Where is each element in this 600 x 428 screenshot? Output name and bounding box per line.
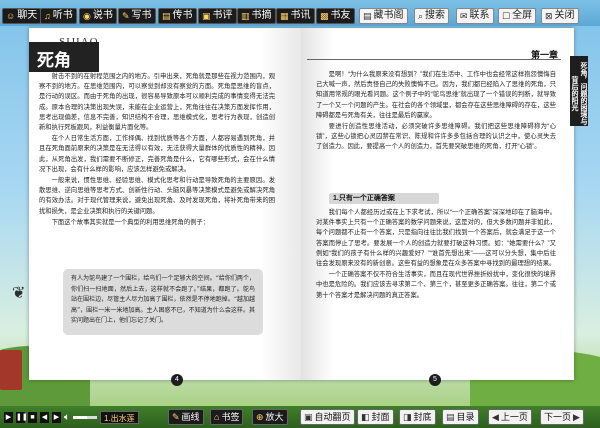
chapter-title: 第一章	[530, 51, 558, 61]
tell-book-button[interactable]: ◉ 说书	[79, 8, 117, 24]
book-review-button[interactable]: ▣ 书评	[198, 8, 237, 24]
cover-icon: ◧	[361, 412, 370, 422]
speaker-icon[interactable]: 🔈︎	[64, 412, 70, 423]
auto-flip-button[interactable]: ▣ 自动翻页	[300, 409, 355, 425]
right-page[interactable]: 第一章 死角，问题的困境与背后的阳光 是啊！“为什么我原来没有想到？”我们在生活…	[301, 28, 588, 386]
bookmark-icon: ⌂	[214, 412, 220, 422]
chat-button[interactable]: ☺ 聊天	[2, 8, 42, 24]
fullscreen-button[interactable]: ☐ 全屏	[498, 8, 537, 24]
book-friends-button[interactable]: ▩ 书友	[316, 8, 355, 24]
chat-icon: ☺	[6, 11, 16, 21]
page-number-left: 4	[171, 374, 183, 386]
listen-book-button[interactable]: ♫ 听书	[40, 8, 77, 24]
comment-icon: ▣	[202, 11, 211, 21]
library-icon: ▤	[363, 11, 372, 21]
top-toolbar: ☺ 聊天 ♫ 听书 ◉ 说书 ✎ 写书 ▤ 传书 ▣ 书评 ▥ 书摘 ▦ 书讯 ▩ 书友 ▤ 藏书阁…	[0, 0, 600, 26]
music-player: ▶ ❚❚ ■ ◀ ▶ 🔈︎ 1.出水莲	[4, 410, 139, 425]
paragraph: 在个人日常生活方面，工作择偶、找到优质等各个方面，人都容易遇到死角，并且在死角面…	[39, 135, 275, 173]
next-page-button[interactable]: 下一页 ▶	[540, 409, 584, 425]
friends-icon: ▩	[320, 11, 329, 21]
zoom-icon: ⊕	[256, 412, 264, 422]
chapter-side-tab[interactable]: 死角，问题的困境与背后的阳光	[570, 56, 588, 126]
bottom-toolbar: ▶ ❚❚ ■ ◀ ▶ 🔈︎ 1.出水莲 ✎ 画线 ⌂ 书签 ⊕ 放大 ▣ 自动翻页 ◧ 封…	[0, 406, 600, 428]
next-track-icon[interactable]: ▶	[52, 412, 61, 423]
paragraph: 一个正确答案不仅不符合生活事实，而且在现代世界挫折纷扰中，变化很快的境界中也是危…	[316, 271, 556, 299]
paragraph: 是啊！“为什么我原来没有想到？”我们在生活中、工作中也会经常这样抱怨懊悔自己大喊…	[316, 71, 556, 119]
book: SIJIAO 死角 射击不到的在射程范围之内的地方。引申出来，死角就是那些在视力…	[29, 28, 588, 386]
page-header-rule	[307, 46, 561, 60]
book-news-button[interactable]: ▦ 书讯	[276, 8, 315, 24]
draw-line-button[interactable]: ✎ 画线	[168, 409, 204, 425]
speech-icon: ◉	[83, 11, 91, 21]
write-book-button[interactable]: ✎ 写书	[118, 8, 156, 24]
paragraph: 一般来说，惯性思维、经验思维、模式化思考和行动是导致死角的主要原因。发散思维、逆…	[39, 177, 275, 215]
volume-fill	[73, 416, 88, 419]
close-icon: ⊠	[545, 11, 553, 21]
upload-icon: ▤	[162, 11, 171, 21]
prev-track-icon[interactable]: ◀	[40, 412, 49, 423]
fullscreen-icon: ☐	[502, 11, 511, 21]
paragraph: 我们每个人都经历过或在上下求考试，所以“一个正确答案”深深地印在了脑海中。对某件…	[316, 209, 556, 268]
right-page-text: 是啊！“为什么我原来没有想到？”我们在生活中、工作中也会经常这样抱怨懊悔自己大喊…	[316, 70, 556, 154]
upload-book-button[interactable]: ▤ 传书	[158, 8, 197, 24]
chapter-logo: 死角	[29, 42, 99, 72]
paragraph: 射击不到的在射程范围之内的地方。引申出来，死角就是那些在视力范围内，观察不到的地…	[39, 73, 275, 132]
mail-icon: ✉	[460, 11, 468, 21]
left-page[interactable]: SIJIAO 死角 射击不到的在射程范围之内的地方。引申出来，死角就是那些在视力…	[29, 28, 301, 386]
paragraph: 要进行创造性思维活动，必须突破许多思维障碍。我们把这些思维障碍称为“心锁”，这些…	[316, 123, 556, 151]
bird-icon: ❦	[12, 285, 26, 302]
page-number-right: 5	[429, 374, 441, 386]
prev-icon: ◀	[492, 412, 499, 422]
track-name[interactable]: 1.出水莲	[100, 411, 139, 424]
bookmark-button[interactable]: ⌂ 书签	[210, 409, 244, 425]
bookmark-icon: ▥	[241, 11, 250, 21]
close-button[interactable]: ⊠ 关闭	[541, 8, 579, 24]
pause-icon[interactable]: ❚❚	[16, 412, 28, 423]
search-button[interactable]: ⌕ 搜索	[414, 8, 450, 24]
zoom-button[interactable]: ⊕ 放大	[252, 409, 288, 425]
search-icon: ⌕	[418, 11, 424, 21]
section-subheading: 1.只有一个正确答案	[329, 193, 439, 204]
contents-icon: ▤	[446, 412, 455, 422]
cover-button[interactable]: ◧ 封面	[357, 409, 394, 425]
prev-page-button[interactable]: ◀ 上一页	[488, 409, 532, 425]
library-button[interactable]: ▤ 藏书阁	[359, 8, 408, 24]
quote-box: 有人为鸵鸟建了一个围栏，给鸟们一个足够大的空间。“给你们两个，你们扫一扫地面，然…	[63, 269, 263, 335]
volume-slider[interactable]	[73, 416, 97, 419]
play-icon[interactable]: ▶	[4, 412, 13, 423]
stop-icon[interactable]: ■	[28, 412, 37, 423]
back-cover-button[interactable]: ◨ 封底	[399, 409, 436, 425]
contact-button[interactable]: ✉ 联系	[456, 8, 494, 24]
headphone-icon: ♫	[44, 11, 51, 21]
right-page-text-2: 我们每个人都经历过或在上下求考试，所以“一个正确答案”深深地印在了脑海中。对某件…	[316, 208, 556, 302]
news-icon: ▦	[280, 11, 289, 21]
next-icon: ▶	[573, 412, 580, 422]
back-cover-icon: ◨	[403, 412, 412, 422]
pen-icon: ✎	[122, 11, 130, 21]
contents-button[interactable]: ▤ 目录	[442, 409, 479, 425]
paragraph: 下面这个故事其实就是一个典型的利用思维死角的例子：	[51, 218, 210, 226]
pencil-icon: ✎	[172, 412, 180, 422]
left-page-text: 射击不到的在射程范围之内的地方。引申出来，死角就是那些在视力范围内，观察不到的地…	[39, 72, 275, 229]
book-excerpt-button[interactable]: ▥ 书摘	[237, 8, 276, 24]
autoplay-icon: ▣	[304, 412, 313, 422]
red-house	[0, 350, 22, 390]
